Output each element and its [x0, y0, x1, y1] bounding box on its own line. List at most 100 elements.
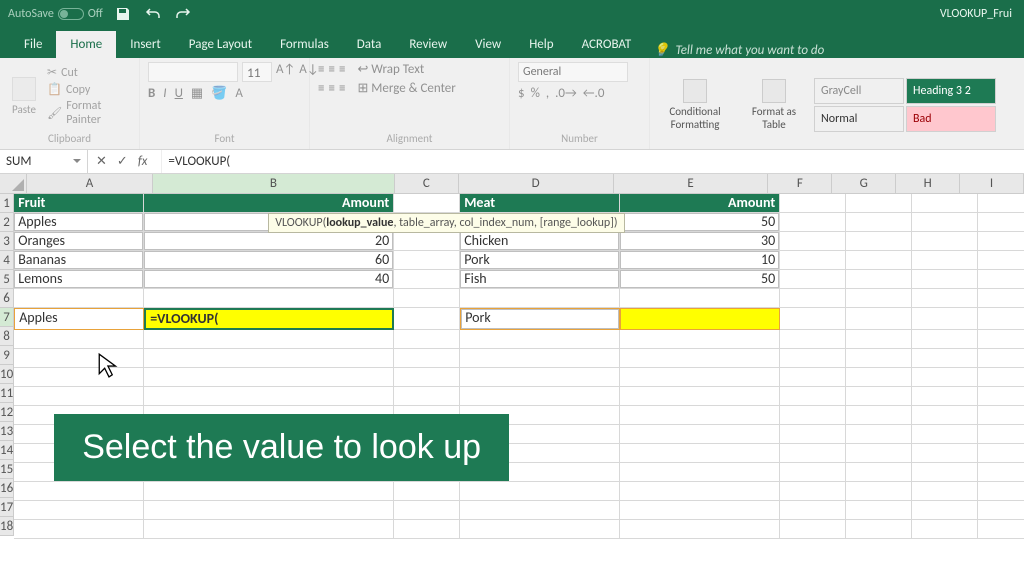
cell-I16[interactable]: [978, 482, 1024, 501]
wrap-text-button[interactable]: ↩ Wrap Text: [357, 62, 424, 77]
cell-B16[interactable]: [144, 482, 394, 501]
select-all-corner[interactable]: [0, 174, 27, 194]
currency-button[interactable]: $: [518, 86, 525, 101]
col-B[interactable]: B: [153, 174, 395, 194]
fill-color-button[interactable]: 🪣: [211, 86, 227, 101]
row-8[interactable]: 8: [0, 327, 14, 346]
cell-F1[interactable]: [780, 194, 846, 213]
col-C[interactable]: C: [395, 174, 459, 194]
number-format-select[interactable]: [518, 62, 628, 82]
cell-H9[interactable]: [912, 349, 978, 368]
increase-font-icon[interactable]: A↑: [276, 62, 295, 82]
cell-G1[interactable]: [846, 194, 912, 213]
cell-D4[interactable]: Pork: [460, 251, 620, 270]
cell-E11[interactable]: [620, 387, 780, 406]
cell-F6[interactable]: [780, 289, 846, 308]
cell-I15[interactable]: [978, 463, 1024, 482]
cell-G7[interactable]: [846, 308, 912, 330]
cell-A16[interactable]: [14, 482, 144, 501]
cell-A3[interactable]: Oranges: [14, 232, 144, 251]
col-I[interactable]: I: [960, 174, 1024, 194]
cell-G14[interactable]: [846, 444, 912, 463]
tab-acrobat[interactable]: ACROBAT: [568, 31, 646, 58]
cell-D9[interactable]: [460, 349, 620, 368]
dec-decimal-button[interactable]: ←.0: [583, 86, 605, 101]
cell-H4[interactable]: [912, 251, 978, 270]
cell-H3[interactable]: [912, 232, 978, 251]
cell-D17[interactable]: [460, 501, 620, 520]
cell-E15[interactable]: [620, 463, 780, 482]
cell-I17[interactable]: [978, 501, 1024, 520]
cell-H6[interactable]: [912, 289, 978, 308]
tab-help[interactable]: Help: [515, 31, 567, 58]
cell-E12[interactable]: [620, 406, 780, 425]
style-bad[interactable]: Bad: [906, 106, 996, 132]
cell-A2[interactable]: Apples: [14, 213, 144, 232]
cell-B18[interactable]: [144, 520, 394, 539]
row-9[interactable]: 9: [0, 346, 14, 365]
cell-F9[interactable]: [780, 349, 846, 368]
cell-E10[interactable]: [620, 368, 780, 387]
cell-C16[interactable]: [394, 482, 460, 501]
cell-B11[interactable]: [144, 387, 394, 406]
cell-F16[interactable]: [780, 482, 846, 501]
cell-F14[interactable]: [780, 444, 846, 463]
cell-H14[interactable]: [912, 444, 978, 463]
merge-center-button[interactable]: ⊞ Merge & Center: [357, 81, 455, 96]
col-F[interactable]: F: [768, 174, 832, 194]
row-4[interactable]: 4: [0, 251, 14, 270]
cell-C18[interactable]: [394, 520, 460, 539]
cell-D16[interactable]: [460, 482, 620, 501]
cell-B10[interactable]: [144, 368, 394, 387]
cell-C10[interactable]: [394, 368, 460, 387]
cell-D10[interactable]: [460, 368, 620, 387]
font-name-select[interactable]: [148, 62, 238, 82]
cell-E4[interactable]: 10: [620, 251, 780, 270]
row-12[interactable]: 12: [0, 403, 14, 422]
cell-G12[interactable]: [846, 406, 912, 425]
cell-E2[interactable]: 50: [620, 213, 780, 232]
cell-I5[interactable]: [978, 270, 1024, 289]
underline-button[interactable]: U: [175, 86, 183, 101]
cell-E18[interactable]: [620, 520, 780, 539]
cell-D6[interactable]: [460, 289, 620, 308]
tab-formulas[interactable]: Formulas: [266, 31, 343, 58]
cell-A9[interactable]: [14, 349, 144, 368]
row-17[interactable]: 17: [0, 498, 14, 517]
cell-H7[interactable]: [912, 308, 978, 330]
cell-F7[interactable]: [780, 308, 846, 330]
tab-page-layout[interactable]: Page Layout: [175, 31, 266, 58]
cell-A7[interactable]: Apples: [14, 308, 144, 330]
row-1[interactable]: 1: [0, 194, 14, 213]
cell-F8[interactable]: [780, 330, 846, 349]
align-center-icon[interactable]: ≡: [328, 81, 334, 96]
cell-G3[interactable]: [846, 232, 912, 251]
cell-A6[interactable]: [14, 289, 144, 308]
cell-G5[interactable]: [846, 270, 912, 289]
row-3[interactable]: 3: [0, 232, 14, 251]
style-graycell[interactable]: GrayCell: [814, 78, 904, 104]
cell-F2[interactable]: [780, 213, 846, 232]
comma-button[interactable]: ,: [546, 86, 549, 101]
cell-B8[interactable]: [144, 330, 394, 349]
cell-C7[interactable]: [394, 308, 460, 330]
font-color-button[interactable]: A: [235, 86, 243, 101]
cell-E17[interactable]: [620, 501, 780, 520]
bold-button[interactable]: B: [148, 86, 155, 101]
cell-D18[interactable]: [460, 520, 620, 539]
cell-C5[interactable]: [394, 270, 460, 289]
cell-G13[interactable]: [846, 425, 912, 444]
cell-E8[interactable]: [620, 330, 780, 349]
align-top-icon[interactable]: ≡: [318, 62, 324, 77]
cell-H8[interactable]: [912, 330, 978, 349]
cell-E5[interactable]: 50: [620, 270, 780, 289]
cell-E1[interactable]: Amount: [620, 194, 780, 213]
cell-D5[interactable]: Fish: [460, 270, 620, 289]
row-11[interactable]: 11: [0, 384, 14, 403]
cut-button[interactable]: ✂ Cut: [46, 64, 131, 81]
cell-I11[interactable]: [978, 387, 1024, 406]
cell-E3[interactable]: 30: [620, 232, 780, 251]
cell-D3[interactable]: Chicken: [460, 232, 620, 251]
cell-B7[interactable]: =VLOOKUP(: [144, 308, 394, 330]
cell-D1[interactable]: Meat: [460, 194, 620, 213]
